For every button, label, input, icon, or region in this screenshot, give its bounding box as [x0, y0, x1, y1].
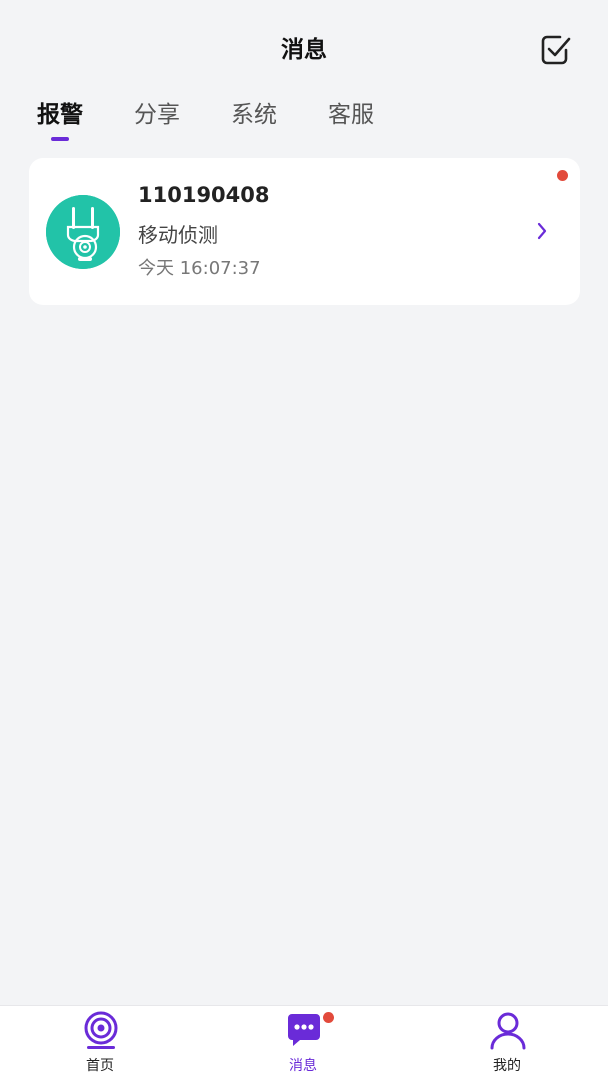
- tab-customer-service[interactable]: 客服: [328, 95, 374, 129]
- nav-home[interactable]: 首页: [40, 1006, 160, 1080]
- nav-home-label: 首页: [86, 1058, 114, 1074]
- message-tabs: 报警 分享 系统 客服: [0, 92, 608, 148]
- tab-system[interactable]: 系统: [231, 95, 277, 129]
- active-tab-indicator: [51, 137, 69, 141]
- page-title: 消息: [281, 37, 327, 63]
- nav-messages[interactable]: 消息: [243, 1006, 363, 1080]
- profile-icon: [490, 1012, 526, 1050]
- tab-alarm[interactable]: 报警: [37, 95, 83, 129]
- tab-share[interactable]: 分享: [134, 95, 180, 129]
- nav-messages-label: 消息: [289, 1058, 317, 1074]
- nav-messages-badge: [323, 1012, 334, 1023]
- device-avatar: [46, 195, 120, 269]
- alarm-message-card[interactable]: 110190408 移动侦测 今天 16:07:37: [29, 158, 580, 305]
- message-icon: [288, 1014, 320, 1046]
- mark-read-button[interactable]: [539, 33, 573, 67]
- nav-profile[interactable]: 我的: [447, 1006, 567, 1080]
- event-time: 今天 16:07:37: [138, 258, 261, 279]
- device-id: 110190408: [138, 183, 270, 207]
- camera-icon: [46, 195, 120, 269]
- unread-dot: [557, 170, 568, 181]
- header: 消息: [0, 0, 608, 100]
- home-camera-icon: [84, 1011, 118, 1049]
- chevron-right-icon: [537, 222, 547, 240]
- messages-page: 消息 报警 分享 系统 客服 110190408 移动侦测 今天 16:07:3…: [0, 0, 608, 1080]
- nav-profile-label: 我的: [493, 1058, 521, 1074]
- event-type: 移动侦测: [138, 223, 218, 247]
- bottom-nav: 首页 消息 我的: [0, 1005, 608, 1080]
- checkbox-edit-icon: [541, 35, 571, 65]
